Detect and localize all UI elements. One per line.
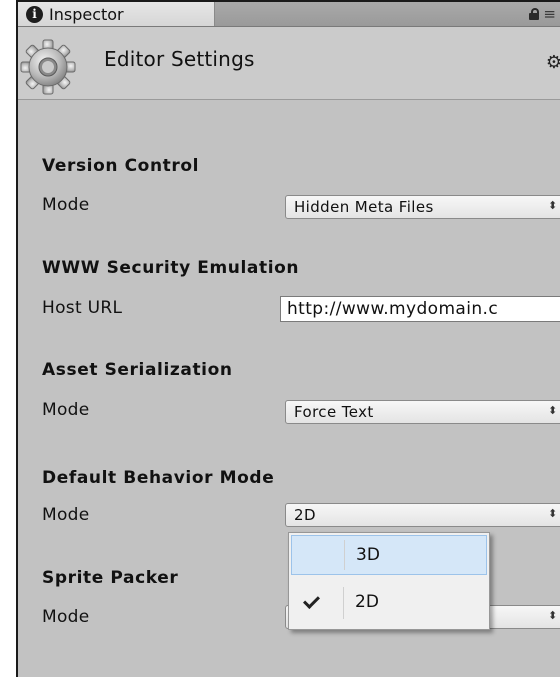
asset-serialization-mode-value: Force Text <box>294 403 374 421</box>
version-control-mode-label: Mode <box>42 195 90 215</box>
gear-menu-icon[interactable]: ⚙ <box>546 52 560 73</box>
version-control-mode-dropdown[interactable]: Hidden Meta Files ⬍ <box>285 195 560 219</box>
tab-tools: ≡ <box>529 5 556 23</box>
default-behavior-mode-dropdown[interactable]: 2D ⬍ <box>285 503 560 527</box>
popup-arrows-icon: ⬍ <box>548 199 558 212</box>
inspector-header: Editor Settings ⚙ <box>18 27 560 100</box>
menu-item-label: 3D <box>356 545 380 565</box>
tab-inspector[interactable]: i Inspector <box>18 2 215 26</box>
behavior-mode-menu: 3D 2D <box>288 532 490 630</box>
lock-icon[interactable] <box>529 8 540 20</box>
section-title-www-security: WWW Security Emulation <box>42 258 300 278</box>
popup-arrows-icon: ⬍ <box>548 609 558 622</box>
host-url-input[interactable]: http://www.mydomain.c <box>280 296 560 322</box>
version-control-mode-value: Hidden Meta Files <box>294 198 434 216</box>
section-title-default-behavior: Default Behavior Mode <box>42 468 275 488</box>
checkmark-icon <box>303 592 320 609</box>
info-icon: i <box>26 5 43 23</box>
section-title-sprite-packer: Sprite Packer <box>42 568 179 588</box>
tab-label: Inspector <box>49 4 124 24</box>
menu-separator <box>343 587 344 619</box>
section-title-version-control: Version Control <box>42 156 200 176</box>
sprite-packer-mode-label: Mode <box>42 607 90 627</box>
default-behavior-mode-value: 2D <box>294 506 316 524</box>
popup-arrows-icon: ⬍ <box>548 507 558 520</box>
settings-gear-icon <box>20 39 76 95</box>
host-url-label: Host URL <box>42 298 123 318</box>
menu-item-2d[interactable]: 2D <box>291 583 487 623</box>
tab-bar: i Inspector ≡ <box>18 2 560 27</box>
menu-item-3d[interactable]: 3D <box>291 535 487 575</box>
inspector-window: i Inspector ≡ Editor Settings Version Co… <box>16 0 560 677</box>
default-behavior-mode-label: Mode <box>42 505 90 525</box>
page-title: Editor Settings <box>104 47 255 71</box>
menu-separator <box>344 540 345 570</box>
asset-serialization-mode-dropdown[interactable]: Force Text ⬍ <box>285 400 560 424</box>
asset-serialization-mode-label: Mode <box>42 400 90 420</box>
section-title-asset-serialization: Asset Serialization <box>42 360 233 380</box>
checkmark-column <box>291 583 341 623</box>
menu-item-label: 2D <box>355 592 379 612</box>
menu-icon[interactable]: ≡ <box>543 5 556 23</box>
popup-arrows-icon: ⬍ <box>548 404 558 417</box>
